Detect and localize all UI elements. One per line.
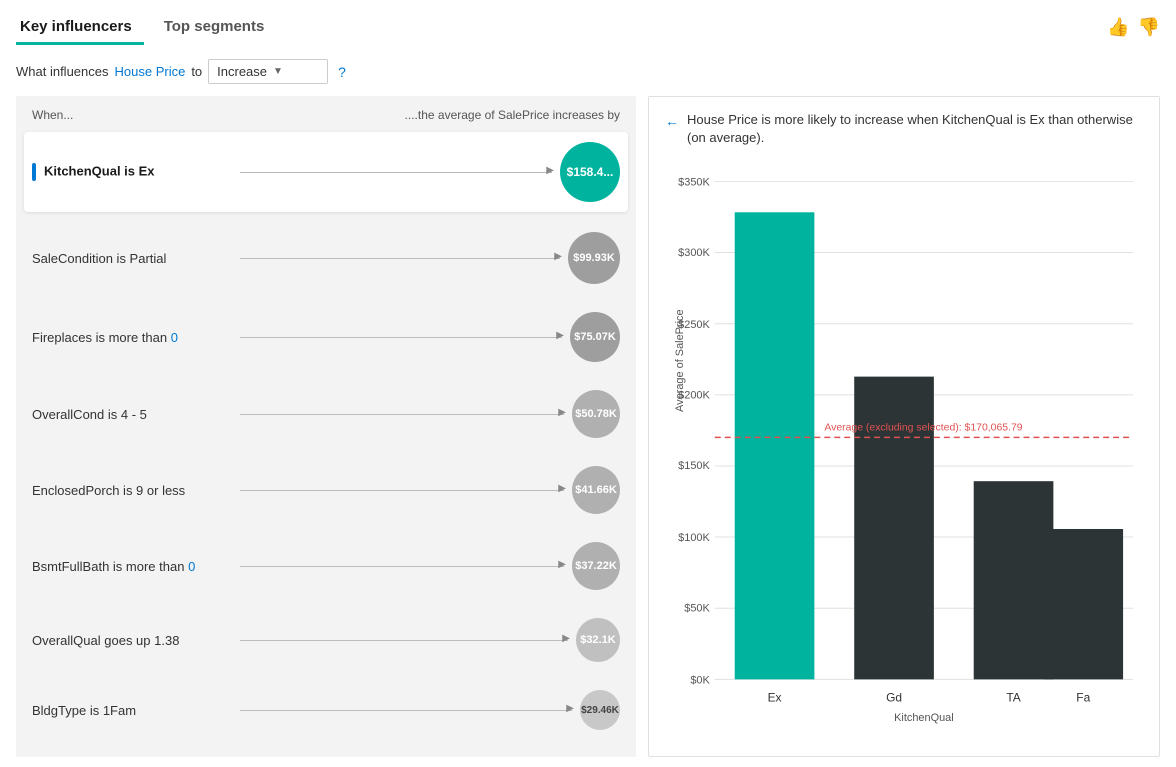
subheader-metric: House Price	[115, 64, 186, 79]
x-tick-label: Ex	[768, 691, 782, 705]
influencer-row[interactable]: KitchenQual is Ex $158.4...	[24, 132, 628, 212]
bar-ex	[735, 213, 815, 680]
dropdown-value: Increase	[217, 64, 267, 79]
value-bubble: $32.1K	[576, 618, 620, 662]
sub-header: What influences House Price to Increase …	[16, 51, 1160, 96]
influencer-label: BldgType is 1Fam	[32, 703, 232, 718]
subheader-prefix: What influences	[16, 64, 109, 79]
value-bubble: $158.4...	[560, 142, 620, 202]
y-tick-label: $50K	[684, 603, 710, 615]
influencer-label: KitchenQual is Ex	[32, 163, 232, 181]
bar-chart: Average of SalePrice $350K	[665, 159, 1143, 742]
tab-top-segments[interactable]: Top segments	[160, 10, 277, 45]
y-tick-label: $350K	[678, 177, 710, 189]
influencer-label: EnclosedPorch is 9 or less	[32, 483, 232, 498]
influencer-row[interactable]: BsmtFullBath is more than 0 $37.22K	[32, 532, 620, 600]
right-panel-title: ← House Price is more likely to increase…	[665, 111, 1143, 147]
bar-ta	[974, 482, 1054, 680]
bar-line	[240, 414, 564, 415]
value-bubble: $75.07K	[570, 312, 620, 362]
value-bubble: $99.93K	[568, 232, 620, 284]
bar-fa	[1043, 529, 1123, 679]
subheader-connector: to	[191, 64, 202, 79]
influencer-label: Fireplaces is more than 0	[32, 330, 232, 345]
value-bubble: $29.46K	[580, 690, 620, 730]
influencer-row[interactable]: Fireplaces is more than 0 $75.07K	[32, 302, 620, 372]
right-panel-description: House Price is more likely to increase w…	[687, 111, 1143, 147]
y-tick-label: $150K	[678, 461, 710, 473]
influencer-row[interactable]: OverallQual goes up 1.38 $32.1K	[32, 608, 620, 672]
thumbup-icon[interactable]: 👍	[1107, 17, 1129, 38]
influencer-label: OverallQual goes up 1.38	[32, 633, 232, 648]
influencer-label: BsmtFullBath is more than 0	[32, 559, 232, 574]
header: Key influencers Top segments 👍 👎	[16, 10, 1160, 51]
value-bubble: $41.66K	[572, 466, 620, 514]
x-tick-label: TA	[1006, 691, 1020, 705]
tab-key-influencers[interactable]: Key influencers	[16, 10, 144, 45]
bar-line	[240, 640, 568, 641]
influencer-label: OverallCond is 4 - 5	[32, 407, 232, 422]
influencer-row[interactable]: BldgType is 1Fam $29.46K	[32, 680, 620, 740]
x-tick-label: Fa	[1076, 691, 1090, 705]
main-content: When... ....the average of SalePrice inc…	[16, 96, 1160, 757]
influence-dropdown[interactable]: Increase ▼	[208, 59, 328, 84]
help-icon[interactable]: ?	[338, 64, 346, 80]
header-icons: 👍 👎	[1107, 17, 1160, 38]
influencer-row[interactable]: SaleCondition is Partial $99.93K	[32, 222, 620, 294]
chevron-down-icon: ▼	[273, 66, 283, 77]
y-tick-label: $200K	[678, 390, 710, 402]
left-col2: ....the average of SalePrice increases b…	[405, 108, 620, 122]
left-panel: When... ....the average of SalePrice inc…	[16, 96, 636, 757]
chart-area: Average of SalePrice $350K	[665, 159, 1143, 742]
x-tick-label: Gd	[886, 691, 902, 705]
x-axis-label: KitchenQual	[894, 713, 954, 725]
bar-line	[240, 710, 572, 711]
y-tick-label: $300K	[678, 248, 710, 260]
bar-line	[240, 337, 562, 338]
back-arrow-icon[interactable]: ←	[665, 112, 679, 132]
value-bubble: $37.22K	[572, 542, 620, 590]
left-panel-header: When... ....the average of SalePrice inc…	[32, 108, 620, 122]
tabs: Key influencers Top segments	[16, 10, 292, 45]
influencer-row[interactable]: EnclosedPorch is 9 or less $41.66K	[32, 456, 620, 524]
influencer-row[interactable]: OverallCond is 4 - 5 $50.78K	[32, 380, 620, 448]
value-bubble: $50.78K	[572, 390, 620, 438]
bar-line	[240, 566, 564, 567]
avg-line-label: Average (excluding selected): $170,065.7…	[824, 423, 1022, 434]
thumbdown-icon[interactable]: 👎	[1138, 17, 1160, 38]
right-panel: ← House Price is more likely to increase…	[648, 96, 1160, 757]
y-tick-label: $0K	[690, 675, 710, 687]
influencer-label: SaleCondition is Partial	[32, 251, 232, 266]
bar-line	[240, 258, 560, 259]
y-tick-label: $100K	[678, 532, 710, 544]
left-col1: When...	[32, 108, 73, 122]
bar-line	[240, 490, 564, 491]
y-tick-label: $250K	[678, 319, 710, 331]
bar-line	[240, 172, 552, 173]
